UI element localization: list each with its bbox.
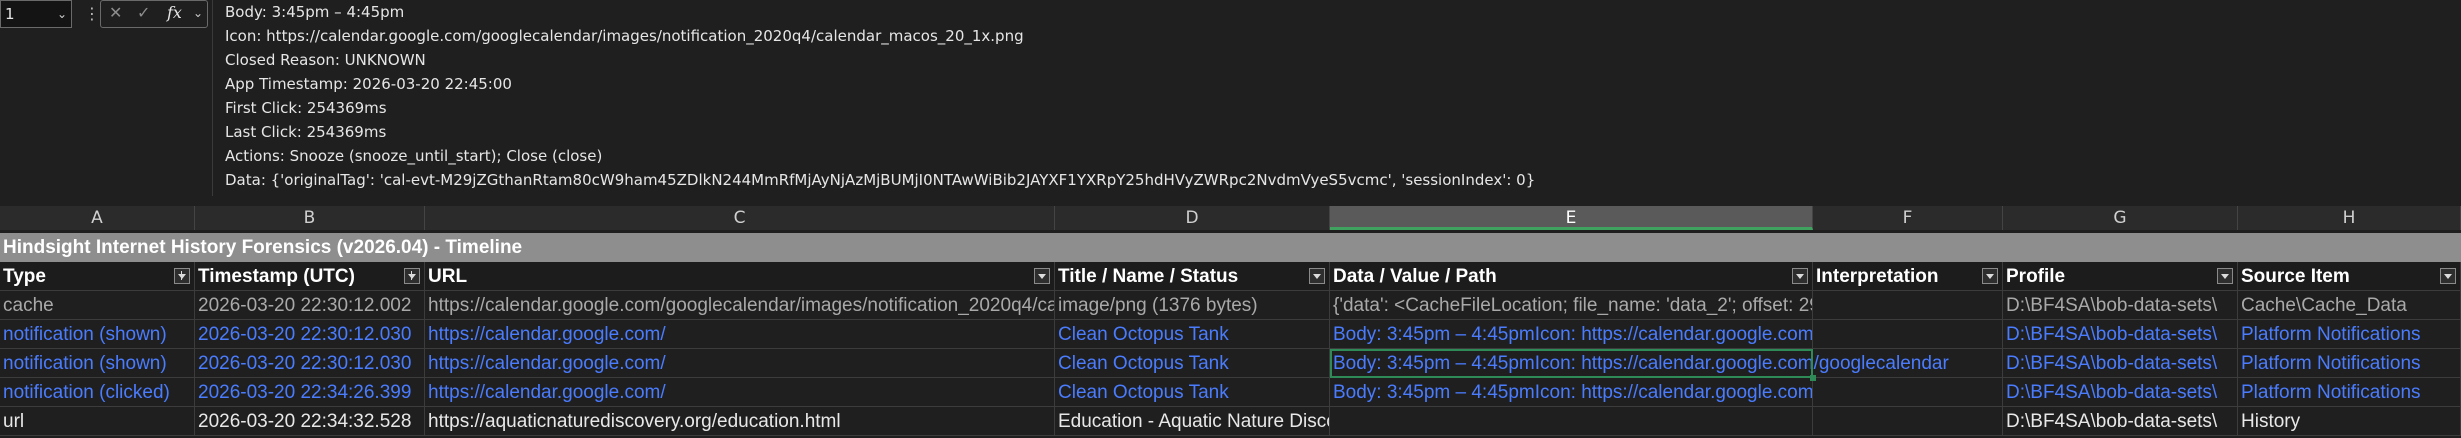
- filter-icon[interactable]: [174, 268, 190, 284]
- header-data[interactable]: Data / Value / Path: [1330, 262, 1813, 291]
- cell-title[interactable]: Clean Octopus Tank: [1055, 378, 1330, 407]
- filter-icon[interactable]: [1982, 268, 1998, 284]
- column-header-b[interactable]: B: [195, 206, 425, 230]
- formula-line: First Click: 254369ms: [225, 99, 387, 117]
- cell-timestamp[interactable]: 2026-03-20 22:34:26.399: [195, 378, 425, 407]
- cell-type[interactable]: notification (shown): [0, 349, 195, 378]
- cell-url[interactable]: https://calendar.google.com/: [425, 349, 1055, 378]
- cell-source-item[interactable]: Platform Notifications: [2238, 378, 2461, 407]
- sheet-title[interactable]: Hindsight Internet History Forensics (v2…: [3, 233, 522, 262]
- cell-profile[interactable]: D:\BF4SA\bob-data-sets\: [2003, 320, 2238, 349]
- formula-line: Body: 3:45pm – 4:45pm: [225, 3, 405, 21]
- formula-line: Closed Reason: UNKNOWN: [225, 51, 426, 69]
- name-box-value: 1: [5, 5, 15, 23]
- insert-function-icon[interactable]: fx: [167, 3, 182, 22]
- header-source-item[interactable]: Source Item: [2238, 262, 2461, 291]
- cell-data[interactable]: Body: 3:45pm – 4:45pmIcon: https://calen…: [1330, 320, 1813, 349]
- cell-interpretation[interactable]: [1813, 320, 2003, 349]
- cell-profile[interactable]: D:\BF4SA\bob-data-sets\: [2003, 407, 2238, 436]
- cell-type[interactable]: notification (shown): [0, 320, 195, 349]
- cell-url[interactable]: https://aquaticnaturediscovery.org/educa…: [425, 407, 1055, 436]
- cell-timestamp[interactable]: 2026-03-20 22:34:32.528: [195, 407, 425, 436]
- cell-interpretation[interactable]: [1813, 378, 2003, 407]
- cell-timestamp[interactable]: 2026-03-20 22:30:12.002: [195, 291, 425, 320]
- cell-source-item[interactable]: Cache\Cache_Data: [2238, 291, 2461, 320]
- column-header-d[interactable]: D: [1055, 206, 1330, 230]
- filter-icon[interactable]: [1792, 268, 1808, 284]
- cell-type[interactable]: url: [0, 407, 195, 436]
- table-row: url 2026-03-20 22:34:32.528 https://aqua…: [0, 407, 2461, 436]
- header-profile[interactable]: Profile: [2003, 262, 2238, 291]
- cell-profile[interactable]: D:\BF4SA\bob-data-sets\: [2003, 378, 2238, 407]
- filter-icon[interactable]: [1034, 268, 1050, 284]
- formula-input[interactable]: Body: 3:45pm – 4:45pm Icon: https://cale…: [212, 0, 2461, 196]
- cell-interpretation[interactable]: [1813, 407, 2003, 436]
- cell-url[interactable]: https://calendar.google.com/: [425, 320, 1055, 349]
- table-row: notification (clicked) 2026-03-20 22:34:…: [0, 378, 2461, 407]
- formula-tools: ✕ ✓ fx ⌄: [100, 0, 208, 28]
- cell-source-item[interactable]: Platform Notifications: [2238, 320, 2461, 349]
- table-row: notification (shown) 2026-03-20 22:30:12…: [0, 320, 2461, 349]
- cell-data-active[interactable]: Body: 3:45pm – 4:45pmIcon: https://calen…: [1330, 349, 1949, 381]
- column-header-c[interactable]: C: [425, 206, 1055, 230]
- formula-line: Icon: https://calendar.google.com/google…: [225, 27, 1024, 45]
- header-url[interactable]: URL: [425, 262, 1055, 291]
- table-row: cache 2026-03-20 22:30:12.002 https://ca…: [0, 291, 2461, 320]
- cell-source-item[interactable]: Platform Notifications: [2238, 349, 2461, 378]
- cell-title[interactable]: Clean Octopus Tank: [1055, 349, 1330, 378]
- cell-title[interactable]: image/png (1376 bytes): [1055, 291, 1330, 320]
- chevron-down-icon[interactable]: ⌄: [57, 1, 67, 27]
- header-title[interactable]: Title / Name / Status: [1055, 262, 1330, 291]
- cell-timestamp[interactable]: 2026-03-20 22:30:12.030: [195, 320, 425, 349]
- column-header-f[interactable]: F: [1813, 206, 2003, 230]
- cell-interpretation[interactable]: [1813, 291, 2003, 320]
- column-header-g[interactable]: G: [2003, 206, 2238, 230]
- enter-icon[interactable]: ✓: [137, 3, 150, 22]
- column-header-h[interactable]: H: [2238, 206, 2461, 230]
- cell-data[interactable]: {'data': <CacheFileLocation; file_name: …: [1330, 291, 1813, 320]
- cell-title[interactable]: Education - Aquatic Nature Discovery: [1055, 407, 1330, 436]
- header-type[interactable]: Type: [0, 262, 195, 291]
- column-header-a[interactable]: A: [0, 206, 195, 230]
- cell-profile[interactable]: D:\BF4SA\bob-data-sets\: [2003, 349, 2238, 378]
- name-box[interactable]: 1 ⌄: [0, 0, 72, 28]
- cell-title[interactable]: Clean Octopus Tank: [1055, 320, 1330, 349]
- filter-icon[interactable]: [2217, 268, 2233, 284]
- cell-type[interactable]: notification (clicked): [0, 378, 195, 407]
- cell-url[interactable]: https://calendar.google.com/googlecalend…: [425, 291, 1055, 320]
- column-headers: A B C D E F G H: [0, 206, 2461, 230]
- formula-line: Actions: Snooze (snooze_until_start); Cl…: [225, 147, 603, 165]
- cell-type[interactable]: cache: [0, 291, 195, 320]
- sheet-title-row: Hindsight Internet History Forensics (v2…: [0, 233, 2461, 262]
- filter-icon[interactable]: [2440, 268, 2456, 284]
- cell-profile[interactable]: D:\BF4SA\bob-data-sets\: [2003, 291, 2238, 320]
- formula-area: 1 ⌄ ⋮ ✕ ✓ fx ⌄ Body: 3:45pm – 4:45pm Ico…: [0, 0, 2461, 198]
- cell-data[interactable]: Body: 3:45pm – 4:45pmIcon: https://calen…: [1330, 378, 1813, 407]
- column-header-e[interactable]: E: [1330, 206, 1813, 230]
- formula-line: App Timestamp: 2026-03-20 22:45:00: [225, 75, 512, 93]
- header-interpretation[interactable]: Interpretation: [1813, 262, 2003, 291]
- cell-data[interactable]: [1330, 407, 1813, 436]
- formula-line: Last Click: 254369ms: [225, 123, 387, 141]
- more-options-icon[interactable]: ⋮: [84, 4, 100, 23]
- filter-icon[interactable]: [404, 268, 420, 284]
- table-row: notification (shown) 2026-03-20 22:30:12…: [0, 349, 2461, 381]
- expand-formula-icon[interactable]: ⌄: [193, 6, 203, 20]
- table-header-row: Type Timestamp (UTC) URL Title / Name / …: [0, 262, 2461, 291]
- filter-icon[interactable]: [1309, 268, 1325, 284]
- cell-url[interactable]: https://calendar.google.com/: [425, 378, 1055, 407]
- header-timestamp[interactable]: Timestamp (UTC): [195, 262, 425, 291]
- cell-timestamp[interactable]: 2026-03-20 22:30:12.030: [195, 349, 425, 378]
- cancel-icon[interactable]: ✕: [109, 3, 122, 22]
- formula-line: Data: {'originalTag': 'cal-evt-M29jZGtha…: [225, 171, 1536, 189]
- cell-source-item[interactable]: History: [2238, 407, 2461, 436]
